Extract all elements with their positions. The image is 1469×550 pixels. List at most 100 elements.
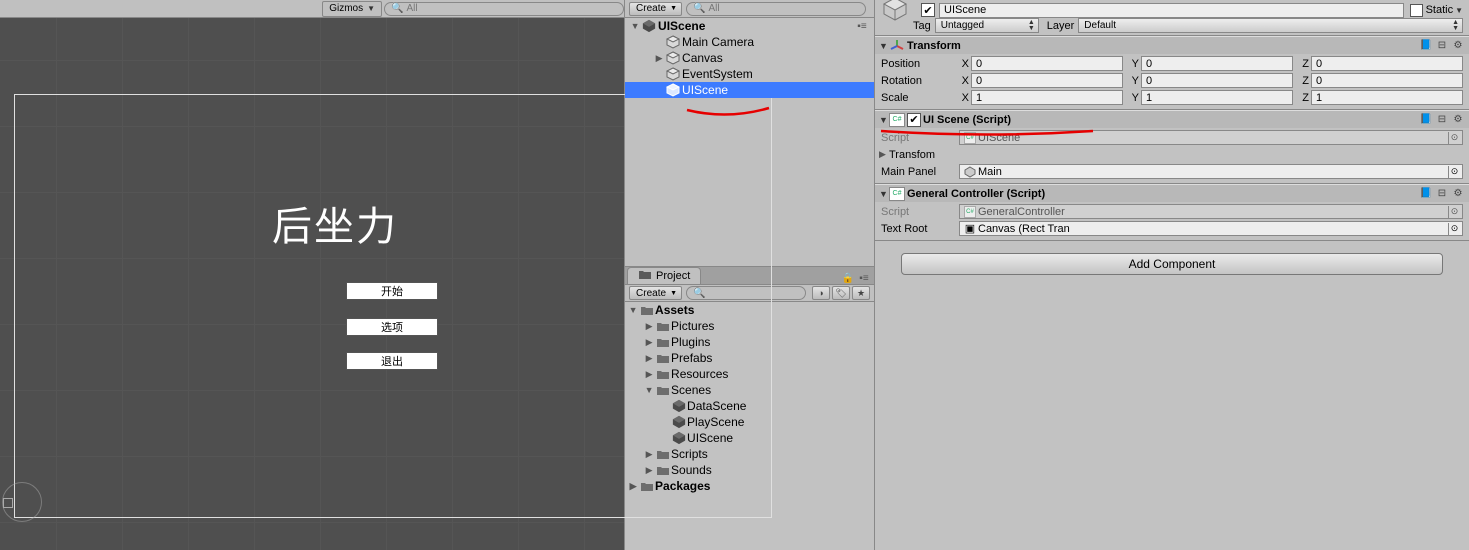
rect-transform-icon: ▣ xyxy=(964,223,976,235)
add-component-button[interactable]: Add Component xyxy=(901,253,1443,275)
y-label: Y xyxy=(1129,75,1141,87)
csharp-script-icon: C# xyxy=(889,187,905,201)
annotation-red-underline xyxy=(685,106,771,118)
lock-icon[interactable]: 🔒 xyxy=(842,272,854,284)
position-row: Position X Y Z xyxy=(881,55,1463,72)
transform-title: Transform xyxy=(907,40,1417,52)
hierarchy-item[interactable]: ▶ Canvas xyxy=(625,50,874,66)
gameobject-icon xyxy=(665,51,681,65)
scale-y-input[interactable] xyxy=(1141,90,1293,105)
script-value: GeneralController xyxy=(978,206,1065,218)
game-menu-button-start: 开始 xyxy=(346,282,438,300)
layer-label: Layer xyxy=(1047,20,1075,32)
layer-dropdown[interactable]: Default ▲▼ xyxy=(1078,18,1463,33)
gizmo-handle-icon xyxy=(3,498,13,508)
static-label: Static xyxy=(1426,4,1454,16)
object-picker-icon[interactable]: ⊙ xyxy=(1448,223,1460,235)
object-picker-icon[interactable]: ⊙ xyxy=(1448,166,1460,178)
add-component-label: Add Component xyxy=(1129,257,1216,271)
gizmos-dropdown[interactable]: Gizmos ▼ xyxy=(322,1,382,17)
scale-z-input[interactable] xyxy=(1311,90,1463,105)
hierarchy-search-placeholder: All xyxy=(708,3,719,14)
position-y-input[interactable] xyxy=(1141,56,1293,71)
tag-dropdown[interactable]: Untagged ▲▼ xyxy=(935,18,1039,33)
position-z-input[interactable] xyxy=(1311,56,1463,71)
hierarchy-search-input[interactable]: 🔍 All xyxy=(686,2,866,16)
position-x-input[interactable] xyxy=(971,56,1123,71)
scene-menu-icon[interactable]: ▪≡ xyxy=(856,20,868,32)
x-label: X xyxy=(959,75,971,87)
hierarchy-item[interactable]: EventSystem xyxy=(625,66,874,82)
game-menu-button-options: 选项 xyxy=(346,318,438,336)
textroot-value: Canvas (Rect Tran xyxy=(978,223,1070,235)
transform-component: ▼ Transform 📘 ⊟ ⚙ Position X Y Z Rotatio… xyxy=(875,36,1469,110)
component-header-uiscene[interactable]: ▼ C# ✔ UI Scene (Script) 📘 ⊟ ⚙ xyxy=(875,110,1469,128)
hierarchy-scene-row[interactable]: ▼ UIScene ▪≡ xyxy=(625,18,874,34)
annotation-red-underline xyxy=(879,128,1095,138)
hierarchy-item-label: Canvas xyxy=(682,51,723,65)
save-search-button[interactable]: ★ xyxy=(852,286,870,300)
rotation-y-input[interactable] xyxy=(1141,73,1293,88)
preset-icon[interactable]: ⊟ xyxy=(1435,187,1449,201)
mainpanel-value: Main xyxy=(978,166,1002,178)
hierarchy-tree: ▼ UIScene ▪≡ Main Camera ▶ Canvas EventSyst… xyxy=(625,18,874,266)
hierarchy-create-dropdown[interactable]: Create ▼ xyxy=(629,2,682,16)
gear-icon[interactable]: ⚙ xyxy=(1451,39,1465,53)
generalcontroller-script-component: ▼ C# General Controller (Script) 📘 ⊟ ⚙ S… xyxy=(875,184,1469,241)
object-picker-icon[interactable]: ⊙ xyxy=(1448,132,1460,144)
component-enabled-checkbox[interactable]: ✔ xyxy=(907,113,921,127)
gameobject-active-checkbox[interactable]: ✔ xyxy=(921,3,935,17)
search-icon: 🔍 xyxy=(693,3,705,14)
mainpanel-field[interactable]: Main ⊙ xyxy=(959,164,1463,179)
help-icon[interactable]: 📘 xyxy=(1419,187,1433,201)
component-header-generalcontroller[interactable]: ▼ C# General Controller (Script) 📘 ⊟ ⚙ xyxy=(875,184,1469,202)
script-label: Script xyxy=(881,206,959,218)
unity-scene-icon xyxy=(641,19,657,33)
static-dropdown-icon[interactable]: ▼ xyxy=(1455,6,1463,15)
scene-search-input[interactable]: 🔍 All xyxy=(384,2,624,16)
foldout-closed-icon[interactable]: ▶ xyxy=(653,53,665,64)
gear-icon[interactable]: ⚙ xyxy=(1451,187,1465,201)
filter-by-label-button[interactable]: 🏷 xyxy=(832,286,850,300)
textroot-label: Text Root xyxy=(881,223,959,235)
y-label: Y xyxy=(1129,92,1141,104)
scene-gizmo-2d[interactable] xyxy=(0,478,48,526)
script-row: Script C# GeneralController ⊙ xyxy=(881,203,1463,220)
transform-field-row[interactable]: ▶ Transfom xyxy=(881,146,1463,163)
hierarchy-item[interactable]: UIScene xyxy=(625,82,874,98)
gameobject-icon xyxy=(879,0,915,28)
help-icon[interactable]: 📘 xyxy=(1419,113,1433,127)
foldout-open-icon[interactable]: ▼ xyxy=(879,115,889,125)
foldout-open-icon[interactable]: ▼ xyxy=(629,21,641,31)
rotation-x-input[interactable] xyxy=(971,73,1123,88)
help-icon[interactable]: 📘 xyxy=(1419,39,1433,53)
updown-icon: ▲▼ xyxy=(1452,20,1459,32)
filter-by-type-button[interactable]: ◑ xyxy=(812,286,830,300)
static-checkbox[interactable] xyxy=(1410,4,1423,17)
preset-icon[interactable]: ⊟ xyxy=(1435,39,1449,53)
chevron-down-icon: ▼ xyxy=(367,4,375,13)
foldout-open-icon[interactable]: ▼ xyxy=(879,189,889,199)
game-title-text: 后坐力 xyxy=(272,194,398,252)
hierarchy-item[interactable]: Main Camera xyxy=(625,34,874,50)
panel-menu-icon[interactable]: ▪≡ xyxy=(858,272,870,284)
rotation-row: Rotation X Y Z xyxy=(881,72,1463,89)
rotation-z-input[interactable] xyxy=(1311,73,1463,88)
tag-label: Tag xyxy=(913,20,931,32)
preset-icon[interactable]: ⊟ xyxy=(1435,113,1449,127)
hierarchy-item-label: EventSystem xyxy=(682,67,753,81)
transform-icon xyxy=(889,39,905,53)
object-picker-icon[interactable]: ⊙ xyxy=(1448,206,1460,218)
gear-icon[interactable]: ⚙ xyxy=(1451,113,1465,127)
x-label: X xyxy=(959,58,971,70)
textroot-field[interactable]: ▣ Canvas (Rect Tran ⊙ xyxy=(959,221,1463,236)
transform-prop-label: Transfom xyxy=(889,149,957,161)
scene-viewport[interactable]: 后坐力 开始 选项 退出 xyxy=(0,18,624,550)
gameobject-name-input[interactable] xyxy=(939,3,1404,18)
foldout-open-icon[interactable]: ▼ xyxy=(879,41,889,51)
component-header-transform[interactable]: ▼ Transform 📘 ⊟ ⚙ xyxy=(875,36,1469,54)
scale-x-input[interactable] xyxy=(971,90,1123,105)
scene-name: UIScene xyxy=(658,19,705,33)
game-menu-button-exit: 退出 xyxy=(346,352,438,370)
foldout-closed-icon[interactable]: ▶ xyxy=(879,149,889,160)
